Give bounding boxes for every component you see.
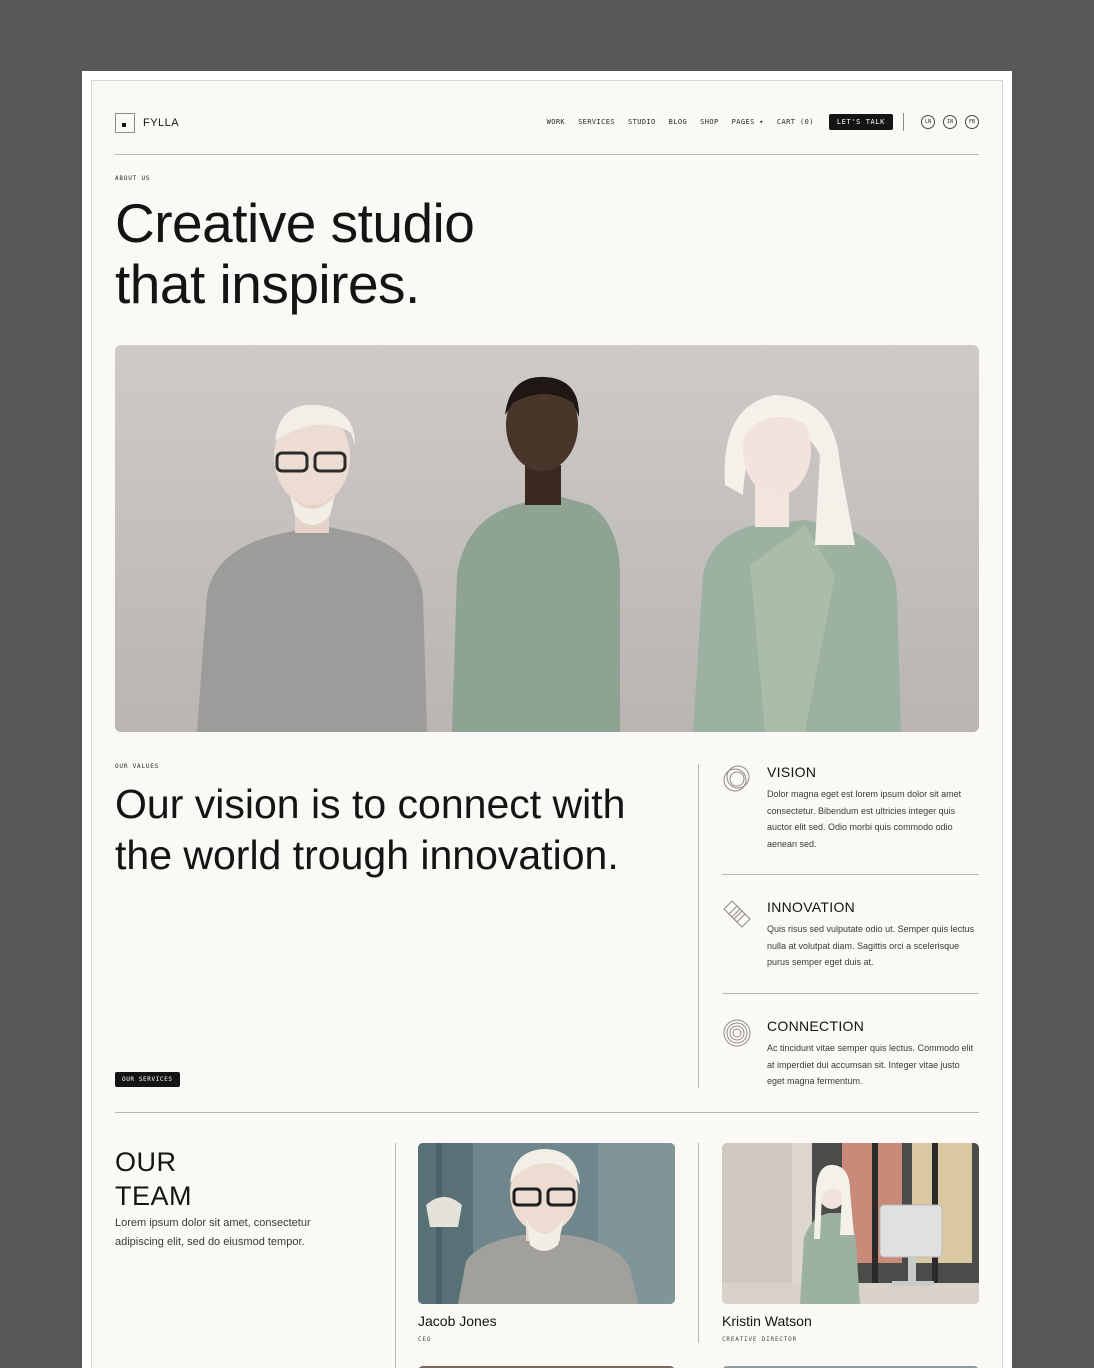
value-separator bbox=[722, 993, 979, 994]
team-title-line-2: TEAM bbox=[115, 1181, 193, 1211]
page-frame: FYLLA WORK SERVICES STUDIO BLOG SHOP PAG… bbox=[82, 71, 1012, 1368]
team-member-name: Kristin Watson bbox=[722, 1313, 812, 1329]
team-divider bbox=[698, 1143, 699, 1343]
nav-item-pages-dropdown[interactable]: PAGES ▾ bbox=[732, 118, 764, 126]
value-name: VISION bbox=[767, 764, 817, 780]
concentric-circles-icon bbox=[723, 1019, 751, 1047]
team-title: OUR TEAM bbox=[115, 1145, 192, 1213]
instagram-icon[interactable]: IN bbox=[943, 115, 957, 129]
nav-item-services[interactable]: SERVICES bbox=[578, 118, 615, 126]
team-member-role: CREATIVE DIRECTOR bbox=[722, 1336, 798, 1343]
team-title-line-1: OUR bbox=[115, 1147, 177, 1177]
about-us-eyebrow: ABOUT US bbox=[115, 175, 151, 182]
main-nav: WORK SERVICES STUDIO BLOG SHOP PAGES ▾ C… bbox=[547, 113, 979, 131]
team-divider bbox=[395, 1143, 396, 1368]
value-text: Quis risus sed vulputate odio ut. Semper… bbox=[767, 924, 975, 967]
values-divider bbox=[698, 764, 699, 1088]
values-title: Our vision is to connect with the world … bbox=[115, 781, 626, 878]
value-name: CONNECTION bbox=[767, 1018, 865, 1034]
lets-talk-button[interactable]: LET'S TALK bbox=[828, 114, 893, 130]
page-content: FYLLA WORK SERVICES STUDIO BLOG SHOP PAG… bbox=[91, 80, 1003, 1368]
nav-item-shop[interactable]: SHOP bbox=[700, 118, 718, 126]
our-values-eyebrow: OUR VALUES bbox=[115, 763, 160, 770]
team-member-role: CEO bbox=[418, 1336, 432, 1343]
team-member-photo[interactable] bbox=[418, 1143, 675, 1304]
value-name: INNOVATION bbox=[767, 899, 856, 915]
logo-text: FYLLA bbox=[143, 117, 180, 129]
site-header: FYLLA WORK SERVICES STUDIO BLOG SHOP PAG… bbox=[115, 101, 979, 155]
nav-item-studio[interactable]: STUDIO bbox=[628, 118, 656, 126]
section-divider bbox=[115, 1112, 979, 1113]
logo-mark-icon bbox=[115, 113, 135, 133]
rings-icon bbox=[723, 765, 750, 792]
hero-team-photo bbox=[115, 345, 979, 732]
linkedin-icon[interactable]: LN bbox=[921, 115, 935, 129]
layers-icon bbox=[723, 900, 751, 928]
hero-title-line-2: that inspires. bbox=[115, 253, 420, 315]
hero-title: Creative studio that inspires. bbox=[115, 192, 475, 315]
team-description: Lorem ipsum dolor sit amet, consectetur … bbox=[115, 1217, 311, 1248]
our-services-button[interactable]: OUR SERVICES bbox=[115, 1072, 180, 1087]
hero-title-line-1: Creative studio bbox=[115, 192, 475, 254]
nav-divider bbox=[903, 113, 904, 131]
nav-item-cart[interactable]: CART (0) bbox=[777, 118, 814, 126]
facebook-icon[interactable]: FB bbox=[965, 115, 979, 129]
nav-item-work[interactable]: WORK bbox=[547, 118, 565, 126]
nav-item-blog[interactable]: BLOG bbox=[669, 118, 687, 126]
value-separator bbox=[722, 874, 979, 875]
team-member-name: Jacob Jones bbox=[418, 1313, 497, 1329]
value-text: Dolor magna eget est lorem ipsum dolor s… bbox=[767, 789, 962, 849]
team-member-photo[interactable] bbox=[722, 1143, 979, 1304]
logo[interactable]: FYLLA bbox=[115, 113, 179, 133]
value-text: Ac tincidunt vitae semper quis lectus. C… bbox=[767, 1043, 974, 1086]
